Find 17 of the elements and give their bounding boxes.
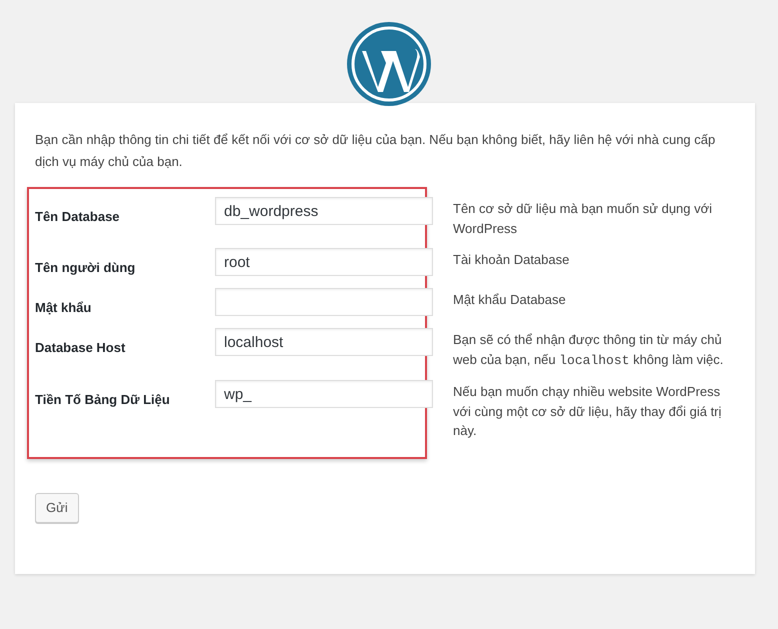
input-field[interactable]: db_wordpress — [215, 197, 433, 225]
field-label: Database Host — [35, 339, 126, 357]
field-hint: Tên cơ sở dữ liệu mà bạn muốn sử dụng với WordPress — [453, 200, 714, 238]
field-label: Tên người dùng — [35, 259, 136, 277]
input-field[interactable]: wp_ — [215, 380, 433, 408]
field-hint: Mật khẩu Database — [453, 291, 567, 309]
submit-button[interactable]: Gửi — [35, 492, 79, 522]
field-hint: Nếu bạn muốn chạy nhiều website WordPress với cùng một cơ sở dữ liệu, hãy thay đổi giá trị này. — [453, 383, 722, 440]
field-hint: Bạn sẽ có thể nhận được thông tin từ máy chủ web của bạn, nếu localhost không làm việc. — [453, 331, 724, 370]
field-hint: Tài khoản Database — [453, 251, 570, 269]
input-field[interactable]: localhost — [215, 328, 433, 356]
input-field[interactable]: root — [215, 248, 433, 276]
field-label: Tiền Tố Bảng Dữ Liệu — [35, 391, 171, 409]
field-label: Tên Database — [35, 208, 121, 226]
field-label: Mật khẩu — [35, 299, 92, 317]
input-field[interactable] — [215, 288, 433, 316]
intro-text: Bạn cần nhập thông tin chi tiết để kết nối với cơ sở dữ liệu của bạn. Nếu bạn không biết, hãy liên hệ với nhà cung cấp dịch vụ máy chủ của bạn. — [35, 131, 716, 171]
